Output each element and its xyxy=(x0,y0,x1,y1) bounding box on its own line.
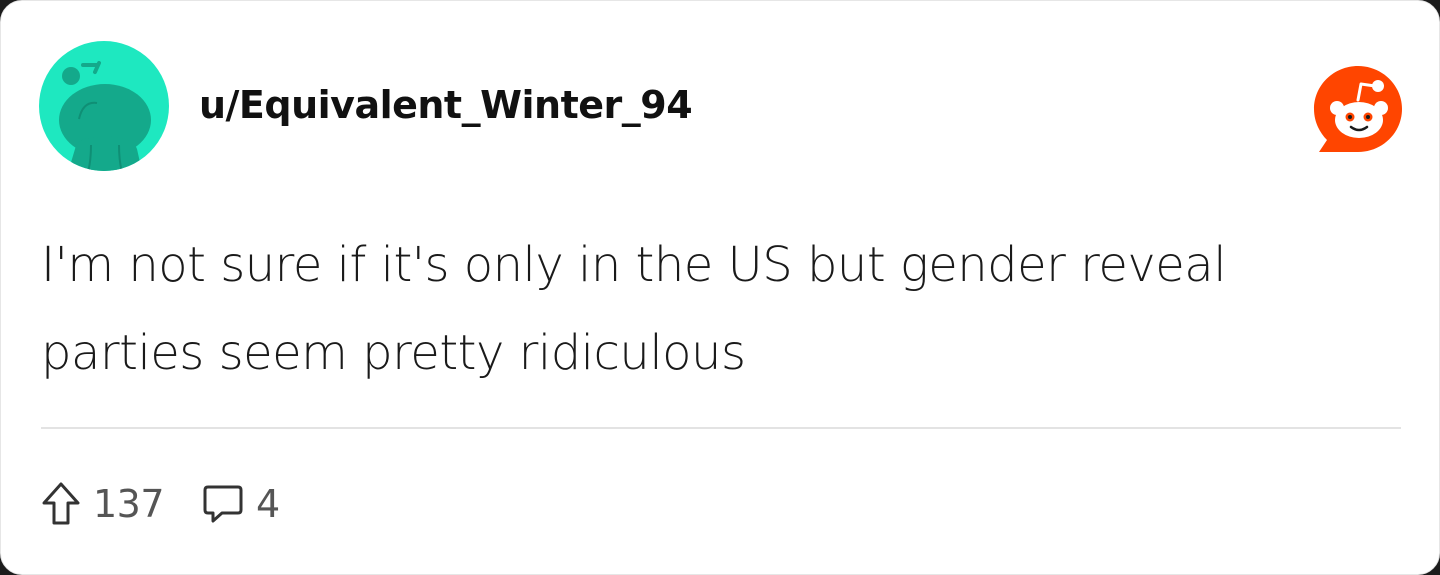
comment-bubble-icon xyxy=(203,485,243,523)
upvote-arrow-icon xyxy=(42,482,80,525)
upvote-count: 137 xyxy=(93,482,165,526)
reddit-logo-icon[interactable] xyxy=(1311,64,1405,156)
username[interactable]: u/Equivalent_Winter_94 xyxy=(199,83,693,127)
avatar[interactable] xyxy=(39,41,169,171)
divider xyxy=(41,427,1401,429)
comment-count: 4 xyxy=(256,482,280,526)
post-actions: 137 4 xyxy=(41,477,280,531)
post-card: u/Equivalent_Winter_94 I'm not sure if i… xyxy=(0,0,1440,575)
upvote-button[interactable]: 137 xyxy=(41,481,165,527)
snoo-avatar-icon xyxy=(39,41,169,171)
post-body-text: I'm not sure if it's only in the US but … xyxy=(41,237,1227,381)
comments-button[interactable]: 4 xyxy=(202,482,280,526)
